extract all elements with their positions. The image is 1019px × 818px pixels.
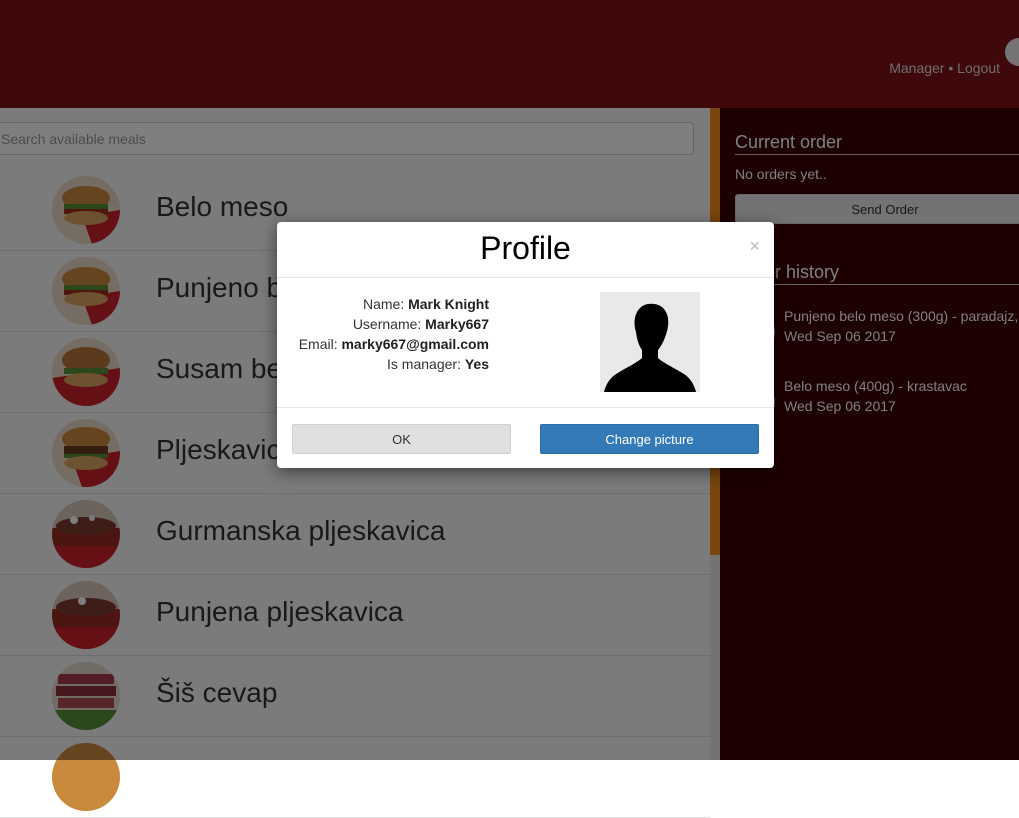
profile-picture bbox=[600, 292, 700, 392]
name-label: Name: bbox=[362, 296, 405, 312]
name-value: Mark Knight bbox=[408, 296, 489, 312]
profile-manager-row: Is manager: Yes bbox=[299, 354, 489, 374]
manager-label: Is manager: bbox=[387, 356, 461, 372]
modal-header: Profile × bbox=[277, 222, 774, 278]
profile-name-row: Name: Mark Knight bbox=[299, 294, 489, 314]
profile-email-row: Email: marky667@gmail.com bbox=[299, 334, 489, 354]
close-icon[interactable]: × bbox=[749, 236, 760, 257]
profile-username-row: Username: Marky667 bbox=[299, 314, 489, 334]
profile-info: Name: Mark Knight Username: Marky667 Ema… bbox=[299, 294, 489, 374]
username-label: Username: bbox=[352, 316, 422, 332]
manager-value: Yes bbox=[464, 356, 489, 372]
username-value: Marky667 bbox=[425, 316, 489, 332]
person-silhouette-icon bbox=[600, 292, 700, 392]
modal-footer: OK Change picture bbox=[277, 407, 774, 469]
email-value: marky667@gmail.com bbox=[341, 336, 489, 352]
modal-title: Profile bbox=[480, 230, 571, 266]
ok-button[interactable]: OK bbox=[292, 424, 511, 454]
change-picture-button[interactable]: Change picture bbox=[540, 424, 759, 454]
email-label: Email: bbox=[298, 336, 338, 352]
profile-modal: Profile × Name: Mark Knight Username: Ma… bbox=[277, 222, 774, 468]
